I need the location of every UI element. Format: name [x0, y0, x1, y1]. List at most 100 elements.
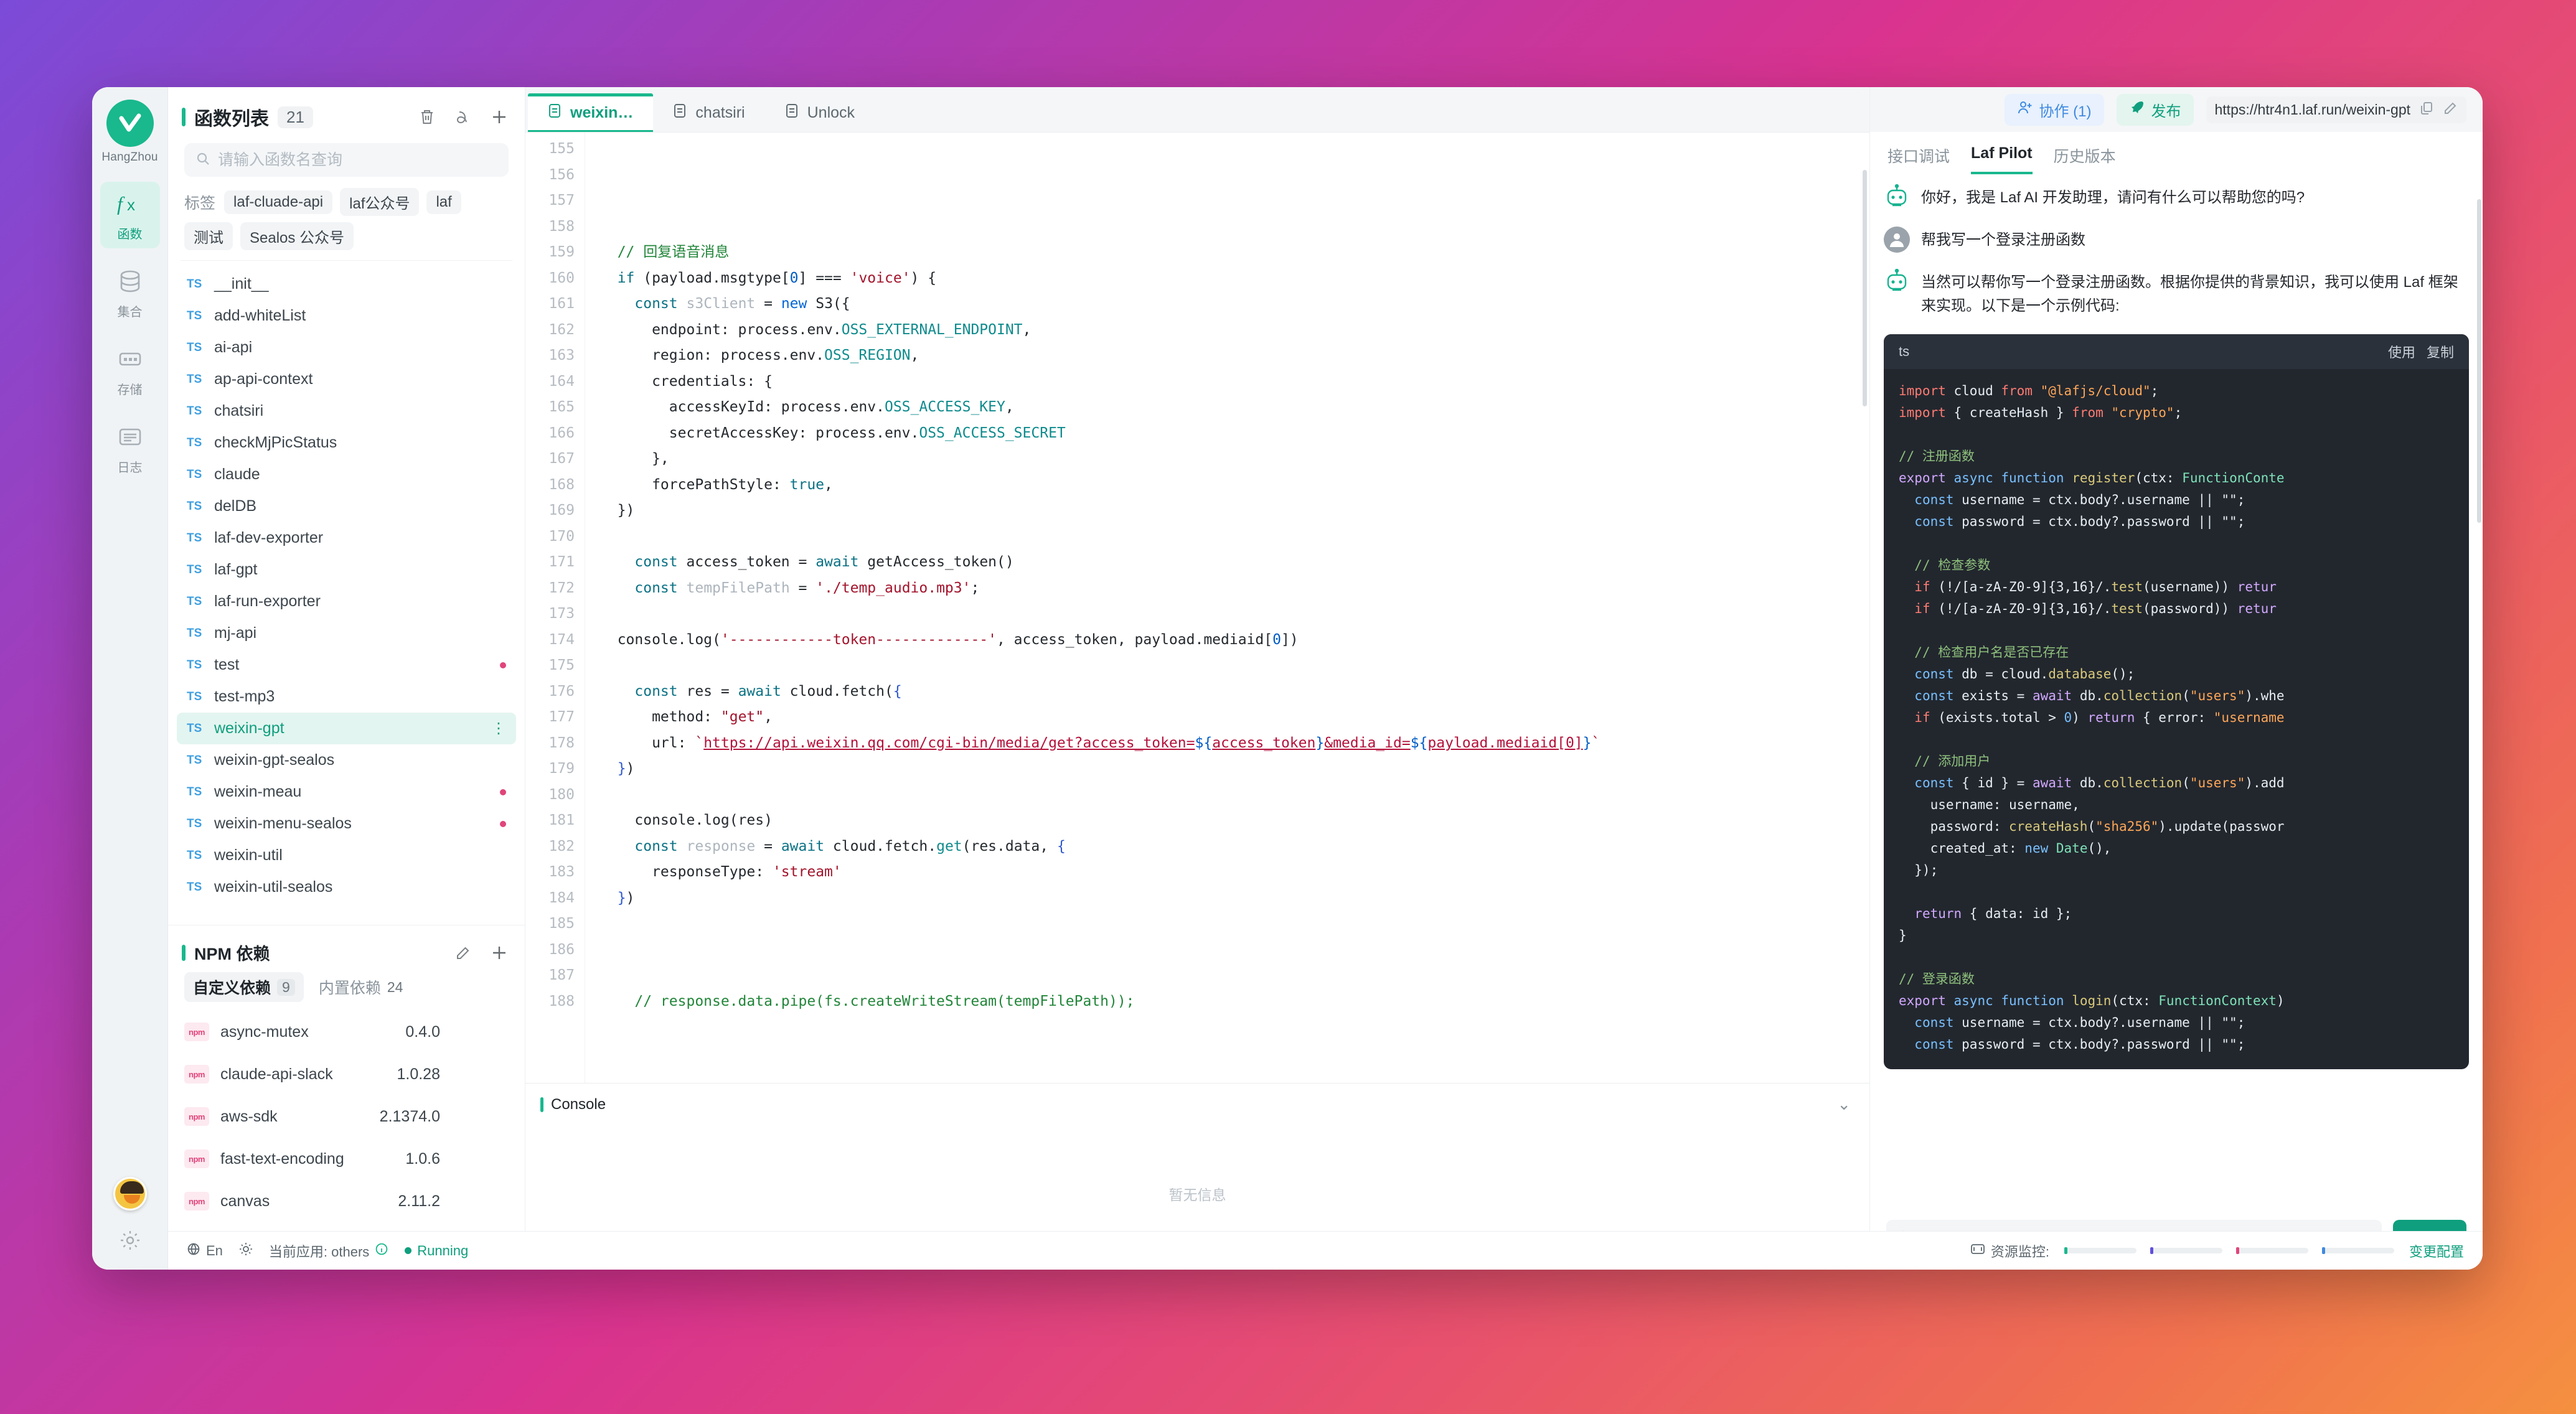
plus-icon[interactable]: [490, 108, 509, 126]
function-name: claude: [214, 466, 260, 483]
line-number: 161: [548, 296, 575, 312]
code-content[interactable]: // 回复语音消息 if (payload.msgtype[0] === 'vo…: [585, 133, 1869, 1083]
rail-label-storage: 存储: [117, 383, 143, 397]
publish-button[interactable]: 发布: [2116, 93, 2194, 126]
function-list-item[interactable]: TS weixin-gpt-sealos: [177, 744, 516, 776]
editor-tab[interactable]: weixin…: [528, 93, 654, 132]
chat-scroll-area[interactable]: 你好，我是 Laf AI 开发助理，请问有什么可以帮助您的吗? 帮我写一个登录注…: [1870, 174, 2483, 1210]
right-panel-tab[interactable]: Laf Pilot: [1971, 144, 2033, 174]
function-list-item[interactable]: TS laf-run-exporter: [177, 586, 516, 617]
function-list-item[interactable]: TS ap-api-context: [177, 363, 516, 395]
editor-tab[interactable]: Unlock: [765, 93, 875, 132]
plus-icon[interactable]: [490, 943, 509, 962]
edit-icon[interactable]: [2443, 101, 2458, 119]
function-list-item[interactable]: TS weixin-util: [177, 840, 516, 871]
function-url-box[interactable]: https://htr4n1.laf.run/weixin-gpt: [2206, 96, 2466, 123]
tab-builtin-deps[interactable]: 内置依赖 24: [310, 972, 412, 1002]
function-list-item[interactable]: TS weixin-menu-sealos: [177, 808, 516, 840]
function-list-item[interactable]: TS __init__: [177, 268, 516, 300]
function-list-item[interactable]: TS ai-api: [177, 332, 516, 363]
ts-icon: TS: [187, 563, 202, 576]
edit-icon[interactable]: [455, 945, 471, 961]
right-panel-tab[interactable]: 历史版本: [2054, 144, 2116, 174]
function-list-item[interactable]: TS weixin-meau: [177, 776, 516, 808]
npm-package-version: 2.1374.0: [379, 1107, 440, 1125]
line-number: 188: [548, 993, 575, 1009]
npm-package-row[interactable]: npm aws-sdk 2.1374.0: [184, 1095, 509, 1138]
language-switcher[interactable]: En: [187, 1242, 223, 1260]
editor-scrollbar[interactable]: [1863, 170, 1867, 406]
right-panel-tab[interactable]: 接口调试: [1887, 144, 1950, 174]
ts-icon: TS: [187, 594, 202, 608]
rail-item-functions[interactable]: fx 函数: [100, 182, 160, 248]
rail-item-logs[interactable]: 日志: [100, 415, 160, 482]
npm-package-row[interactable]: npm fast-text-encoding 1.0.6: [184, 1138, 509, 1180]
avatar[interactable]: [113, 1177, 147, 1210]
tab-custom-deps[interactable]: 自定义依赖 9: [184, 972, 304, 1002]
search-box[interactable]: [184, 143, 509, 177]
function-list-item[interactable]: TS weixin-gpt ⋮: [177, 713, 516, 744]
rail-item-collections[interactable]: 集合: [100, 260, 160, 326]
status-bar-right: 资源监控: 变更配置: [1970, 1241, 2464, 1261]
svg-text:f: f: [117, 192, 125, 215]
collaborate-button[interactable]: 协作 (1): [2004, 93, 2104, 126]
icon-rail: HangZhou fx 函数 集合 存储 日志: [92, 87, 168, 1270]
npm-icon: npm: [184, 1192, 209, 1210]
function-list-item[interactable]: TS weixin-util-sealos: [177, 871, 516, 903]
function-list-item[interactable]: TS laf-dev-exporter: [177, 522, 516, 554]
function-list-item[interactable]: TS checkMjPicStatus: [177, 427, 516, 459]
file-icon: [785, 103, 799, 123]
function-list-item[interactable]: TS test: [177, 649, 516, 681]
chat-message-text: 帮我写一个登录注册函数: [1921, 232, 2085, 248]
rail-label-logs: 日志: [117, 461, 143, 475]
editor-tab-label: weixin…: [570, 103, 634, 121]
tag-chip[interactable]: Sealos 公众号: [240, 222, 354, 250]
function-list-item[interactable]: TS delDB: [177, 490, 516, 522]
editor-tab-label: Unlock: [807, 103, 855, 121]
more-options-icon[interactable]: ⋮: [491, 721, 506, 736]
function-list-item[interactable]: TS laf-gpt: [177, 554, 516, 586]
right-panel-tabs: 接口调试 Laf Pilot 历史版本: [1870, 132, 2483, 174]
use-code-button[interactable]: 使用: [2388, 342, 2415, 362]
tab-builtin-deps-label: 内置依赖: [318, 980, 381, 997]
function-list-item[interactable]: TS claude: [177, 459, 516, 490]
trash-icon[interactable]: [419, 108, 435, 126]
theme-toggle[interactable]: [239, 1242, 253, 1260]
resource-meter: [2321, 1247, 2394, 1254]
line-number: 157: [548, 192, 575, 208]
function-count: 21: [278, 106, 313, 128]
tag-chip[interactable]: laf: [426, 190, 461, 214]
chat-scrollbar[interactable]: [2477, 199, 2481, 523]
code-scroll-area[interactable]: 155 156 157 158 159 160 161 162 163 164 165 166 167 1…: [525, 133, 1869, 1083]
line-number: 155: [548, 141, 575, 157]
function-list-item[interactable]: TS add-whiteList: [177, 300, 516, 332]
npm-package-row[interactable]: npm canvas 2.11.2: [184, 1180, 509, 1222]
bot-avatar-icon: [1884, 269, 1910, 295]
chevron-down-icon[interactable]: ⌄: [1837, 1095, 1851, 1114]
npm-header: NPM 依赖: [168, 929, 525, 970]
copy-code-button[interactable]: 复制: [2427, 342, 2454, 362]
editor-tab[interactable]: chatsiri: [653, 93, 764, 132]
line-number: 176: [548, 683, 575, 700]
code-card-actions: 使用 复制: [2388, 342, 2454, 362]
rail-item-storage[interactable]: 存储: [100, 337, 160, 404]
ts-icon: TS: [187, 880, 202, 894]
copy-icon[interactable]: [2419, 101, 2434, 119]
gear-icon[interactable]: [119, 1229, 141, 1255]
tag-chip[interactable]: 测试: [184, 222, 233, 250]
info-icon[interactable]: [375, 1242, 388, 1260]
npm-package-row[interactable]: npm claude-api-slack 1.0.28: [184, 1053, 509, 1095]
function-list-item[interactable]: TS test-mp3: [177, 681, 516, 713]
language-label: En: [206, 1242, 223, 1258]
tag-chip[interactable]: laf-cluade-api: [224, 190, 333, 214]
npm-package-version: 2.11.2: [398, 1192, 440, 1210]
function-list-item[interactable]: TS mj-api: [177, 617, 516, 649]
change-config-link[interactable]: 变更配置: [2409, 1241, 2464, 1261]
file-icon: [673, 103, 687, 123]
import-icon[interactable]: [454, 108, 471, 126]
tag-chip[interactable]: laf公众号: [340, 188, 420, 216]
search-input[interactable]: [218, 151, 497, 169]
function-list-item[interactable]: TS chatsiri: [177, 395, 516, 427]
npm-package-row[interactable]: npm async-mutex 0.4.0: [184, 1011, 509, 1053]
npm-package-name: async-mutex: [220, 1023, 309, 1041]
